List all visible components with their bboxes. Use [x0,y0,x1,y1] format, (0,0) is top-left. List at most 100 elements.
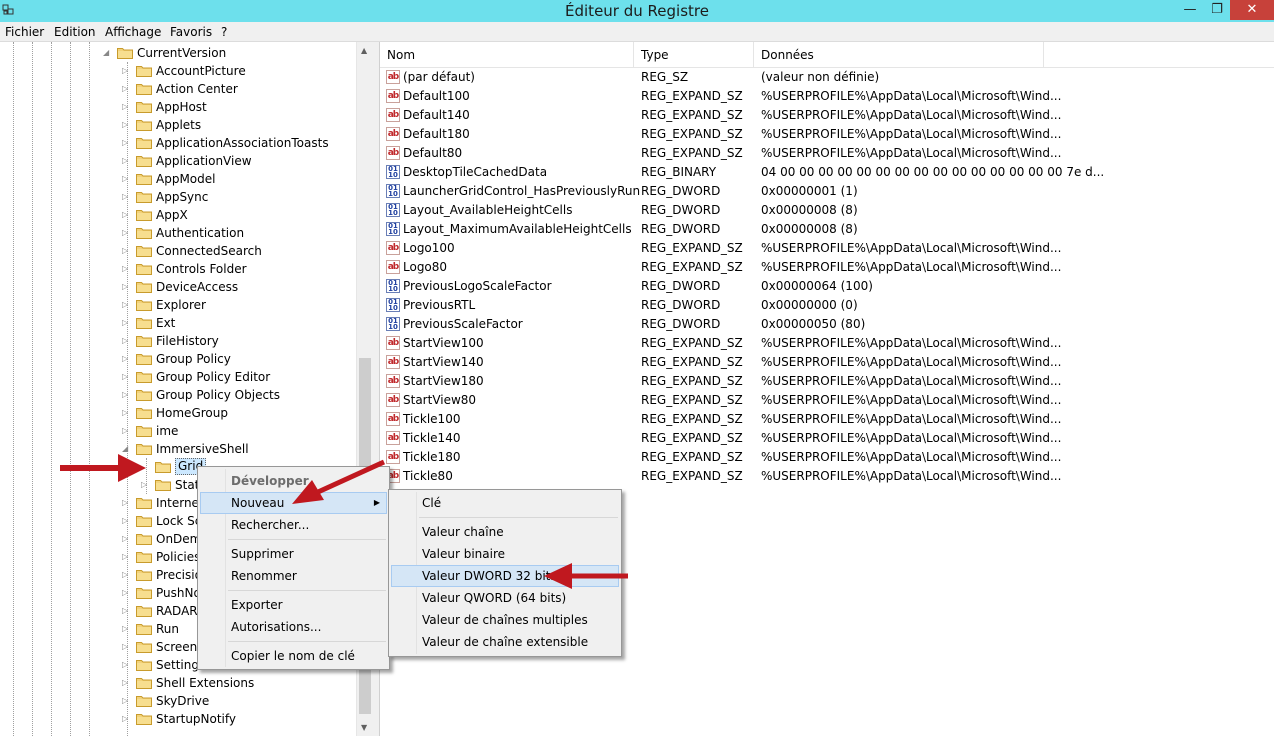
menu-item-copy-key-name[interactable]: Copier le nom de clé [200,645,387,667]
value-type: REG_EXPAND_SZ [641,469,743,483]
list-row[interactable]: ab Default80 REG_EXPAND_SZ %USERPROFILE%\Ap… [380,144,1274,163]
expand-arrow-icon[interactable]: ▷ [141,476,151,494]
list-row[interactable]: 01 10 PreviousScaleFactor REG_DWORD 0x000000… [380,315,1274,334]
submenu-item-string-value[interactable]: Valeur chaîne [391,521,619,543]
submenu-item-multi-string-value[interactable]: Valeur de chaînes multiples [391,609,619,631]
list-row[interactable]: ab StartView80 REG_EXPAND_SZ %USERPROFILE%\… [380,391,1274,410]
list-row[interactable]: 01 10 DesktopTileCachedData REG_BINARY 04 00… [380,163,1274,182]
expand-arrow-icon[interactable]: ▷ [122,224,132,242]
menu-affichage[interactable]: Affichage [105,25,161,39]
expand-arrow-icon[interactable]: ▷ [122,512,132,530]
list-row[interactable]: ab Tickle180 REG_EXPAND_SZ %USERPROFILE%\Ap… [380,448,1274,467]
menu-item-permissions[interactable]: Autorisations... [200,616,387,638]
menu-separator [228,539,386,540]
value-data: 0x00000008 (8) [761,222,858,236]
expand-arrow-icon[interactable]: ▷ [122,638,132,656]
list-row[interactable]: ab Default140 REG_EXPAND_SZ %USERPROFILE%\A… [380,106,1274,125]
value-data: %USERPROFILE%\AppData\Local\Microsoft\Wi… [761,469,1062,483]
column-header-type[interactable]: Type [634,42,754,68]
expand-arrow-icon[interactable]: ▷ [122,386,132,404]
menu-separator [419,517,618,518]
submenu-item-dword-value[interactable]: Valeur DWORD 32 bits [391,565,619,587]
list-row[interactable]: ab Tickle140 REG_EXPAND_SZ %USERPROFILE%\Ap… [380,429,1274,448]
scroll-down-icon[interactable]: ▼ [361,723,367,732]
expand-arrow-icon[interactable]: ▷ [122,530,132,548]
list-row[interactable]: 01 10 PreviousLogoScaleFactor REG_DWORD 0x00… [380,277,1274,296]
menu-item-find[interactable]: Rechercher... [200,514,387,536]
list-row[interactable]: 01 10 Layout_MaximumAvailableHeightCells RE… [380,220,1274,239]
list-row[interactable]: ab Logo100 REG_EXPAND_SZ %USERPROFILE%\AppD… [380,239,1274,258]
expand-arrow-icon[interactable]: ▷ [122,584,132,602]
expand-arrow-icon[interactable]: ▷ [122,278,132,296]
value-type: REG_EXPAND_SZ [641,241,743,255]
value-type: REG_DWORD [641,184,721,198]
menu-fichier[interactable]: Fichier [5,25,44,39]
collapse-arrow-icon[interactable]: ◢ [122,440,132,458]
submenu-item-expandable-string-value[interactable]: Valeur de chaîne extensible [391,631,619,653]
expand-arrow-icon[interactable]: ▷ [122,170,132,188]
binary-value-icon: 01 10 [386,279,400,293]
expand-arrow-icon[interactable]: ▷ [122,602,132,620]
collapse-arrow-icon[interactable]: ◢ [103,44,113,62]
expand-arrow-icon[interactable]: ▷ [122,296,132,314]
expand-arrow-icon[interactable]: ▷ [122,350,132,368]
submenu-item-binary-value[interactable]: Valeur binaire [391,543,619,565]
expand-arrow-icon[interactable]: ▷ [122,62,132,80]
expand-arrow-icon[interactable]: ▷ [122,116,132,134]
expand-arrow-icon[interactable]: ▷ [122,548,132,566]
expand-arrow-icon[interactable]: ▷ [122,566,132,584]
expand-arrow-icon[interactable]: ▷ [122,404,132,422]
expand-arrow-icon[interactable]: ▷ [122,710,132,728]
menu-item-rename[interactable]: Renommer [200,565,387,587]
menu-item-expand[interactable]: Développer [200,470,387,492]
menu-item-new[interactable]: Nouveau ▶ [200,492,387,514]
folder-icon [136,64,152,77]
expand-arrow-icon[interactable]: ▷ [122,692,132,710]
expand-arrow-icon[interactable]: ▷ [122,134,132,152]
expand-arrow-icon[interactable]: ▷ [122,494,132,512]
scroll-up-icon[interactable]: ▲ [361,46,367,55]
expand-arrow-icon[interactable]: ▷ [122,422,132,440]
submenu-item-qword-value[interactable]: Valeur QWORD (64 bits) [391,587,619,609]
folder-icon [136,568,152,581]
value-name: LauncherGridControl_HasPreviouslyRun [403,184,641,198]
expand-arrow-icon[interactable]: ▷ [122,332,132,350]
expand-arrow-icon[interactable]: ▷ [122,152,132,170]
list-row[interactable]: 01 10 Layout_AvailableHeightCells REG_DWORD… [380,201,1274,220]
menu-item-delete[interactable]: Supprimer [200,543,387,565]
expand-arrow-icon[interactable]: ▷ [122,674,132,692]
submenu-item-key[interactable]: Clé [391,492,619,514]
expand-arrow-icon[interactable]: ▷ [122,620,132,638]
expand-arrow-icon[interactable]: ▷ [122,80,132,98]
expand-arrow-icon[interactable]: ▷ [122,314,132,332]
maximize-button[interactable]: ❐ [1204,0,1230,20]
expand-arrow-icon[interactable]: ▷ [122,656,132,674]
list-row[interactable]: 01 10 PreviousRTL REG_DWORD 0x00000000 (0) [380,296,1274,315]
expand-arrow-icon[interactable]: ▷ [122,188,132,206]
list-row[interactable]: ab StartView180 REG_EXPAND_SZ %USERPROFILE%… [380,372,1274,391]
expand-arrow-icon[interactable]: ▷ [122,260,132,278]
list-row[interactable]: ab Tickle80 REG_EXPAND_SZ %USERPROFILE%\App… [380,467,1274,486]
column-header-name[interactable]: Nom [380,42,634,68]
menu-help[interactable]: ? [221,25,227,39]
expand-arrow-icon[interactable]: ▷ [122,368,132,386]
minimize-button[interactable]: — [1176,0,1204,20]
list-row[interactable]: ab Default100 REG_EXPAND_SZ %USERPROFILE%\A… [380,87,1274,106]
tree-item-label: AppHost [156,100,207,114]
expand-arrow-icon[interactable]: ▷ [122,98,132,116]
expand-arrow-icon[interactable]: ▷ [122,206,132,224]
expand-arrow-icon[interactable]: ▷ [122,242,132,260]
close-button[interactable]: ✕ [1230,0,1274,20]
list-row[interactable]: ab StartView140 REG_EXPAND_SZ %USERPROFILE%… [380,353,1274,372]
menu-edition[interactable]: Edition [54,25,96,39]
column-header-data[interactable]: Données [754,42,1044,68]
menu-favoris[interactable]: Favoris [170,25,212,39]
list-row[interactable]: ab StartView100 REG_EXPAND_SZ %USERPROFILE%… [380,334,1274,353]
list-row[interactable]: 01 10 LauncherGridControl_HasPreviouslyRun… [380,182,1274,201]
list-row[interactable]: ab Logo80 REG_EXPAND_SZ %USERPROFILE%\AppDa… [380,258,1274,277]
list-row[interactable]: ab Tickle100 REG_EXPAND_SZ %USERPROFILE%\Ap… [380,410,1274,429]
menu-item-export[interactable]: Exporter [200,594,387,616]
value-name: Default180 [403,127,470,141]
list-row[interactable]: ab (par défaut) REG_SZ (valeur non définie) [380,68,1274,87]
list-row[interactable]: ab Default180 REG_EXPAND_SZ %USERPROFILE%\A… [380,125,1274,144]
